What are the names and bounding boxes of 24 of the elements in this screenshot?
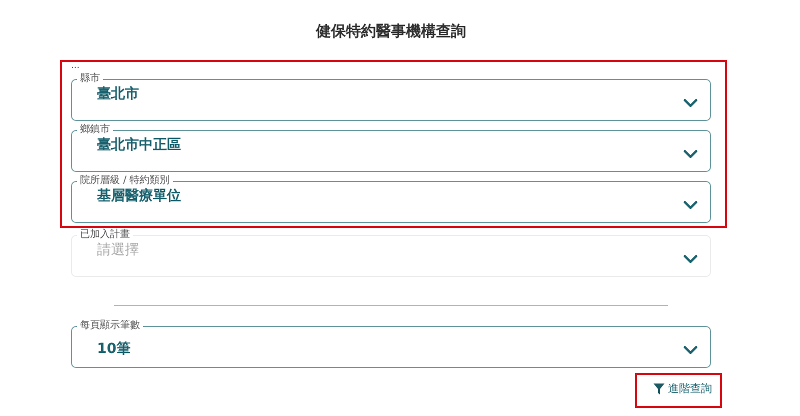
selected-value: 10筆 <box>97 340 130 358</box>
select-field[interactable]: 已加入計畫 請選擇 <box>71 229 711 277</box>
chevron-down-icon <box>683 345 698 355</box>
field-label: 每頁顯示筆數 <box>79 320 141 332</box>
selected-value: 臺北市 <box>97 85 139 103</box>
field-label: 縣市 <box>79 73 101 85</box>
select-field[interactable]: 每頁顯示筆數 10筆 <box>71 320 711 368</box>
advanced-search-button[interactable]: 進階查詢 <box>653 381 712 396</box>
chevron-down-icon <box>683 149 698 159</box>
chevron-down-icon <box>683 254 698 264</box>
field-label: 鄉鎮市 <box>79 124 111 136</box>
page-title: 健保特約醫事機構查詢 <box>314 22 467 41</box>
field-label: 已加入計畫 <box>79 229 131 241</box>
select-field[interactable]: 鄉鎮市 臺北市中正區 <box>71 124 711 172</box>
filter-icon <box>653 382 665 394</box>
field-label: 院所層級 / 特約類別 <box>79 175 171 187</box>
select-field[interactable]: 院所層級 / 特約類別 基層醫療單位 <box>71 175 711 223</box>
select-field[interactable]: 縣市 臺北市 <box>71 73 711 121</box>
selected-value: 基層醫療單位 <box>97 187 181 205</box>
chevron-down-icon <box>683 200 698 210</box>
selected-value: 臺北市中正區 <box>97 136 181 154</box>
placeholder: 請選擇 <box>97 241 139 259</box>
ellipsis-text: ... <box>71 62 81 70</box>
chevron-down-icon <box>683 98 698 108</box>
